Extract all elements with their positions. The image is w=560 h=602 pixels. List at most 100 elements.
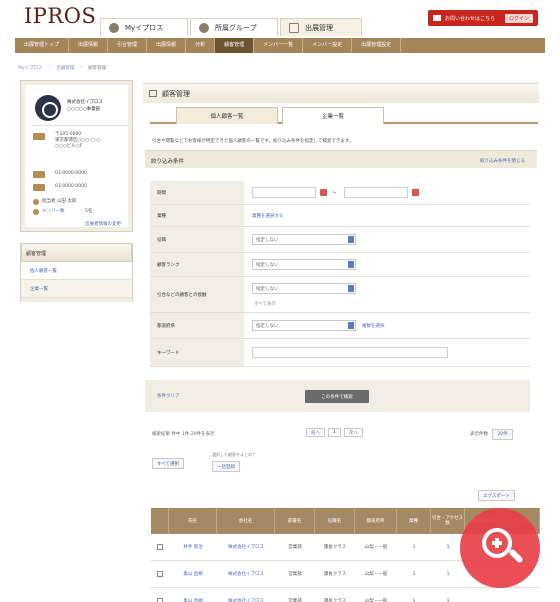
- filter-header: 絞り込み条件 絞り込み条件を閉じる: [145, 150, 537, 168]
- filter-row-prefecture: 都道府県 指定しない 複数を選択: [150, 313, 530, 339]
- group-icon: [199, 22, 209, 33]
- action-select[interactable]: 指定しない: [252, 283, 356, 294]
- page-title: 顧客管理: [143, 83, 539, 103]
- result-info: 検索結果 件中 1件-20件を表示: [152, 432, 215, 437]
- filter-row-keyword: キーワード: [150, 339, 530, 367]
- pagination: 前へ 1 次へ: [306, 428, 363, 437]
- company-link[interactable]: 株式会社イプロス: [217, 534, 275, 560]
- rank-select[interactable]: 指定しない: [252, 259, 356, 270]
- customer-name-link[interactable]: 奥山 直樹: [169, 588, 217, 602]
- prefecture-select[interactable]: 指定しない: [252, 320, 356, 331]
- prefecture-multi-link[interactable]: 複数を選択: [362, 323, 385, 329]
- filter-row-rank: 顧客ランク 指定しない: [150, 253, 530, 277]
- edit-company-link[interactable]: 出展者情報の変更: [85, 221, 121, 227]
- calendar-icon[interactable]: [412, 189, 419, 196]
- user-icon: [109, 22, 119, 33]
- per-page: 表示件数 20件: [470, 429, 513, 440]
- login-badge[interactable]: ログイン: [504, 13, 533, 23]
- company-address: 〒105-0000 東京都港区○○○-○-○ ○○○ビル○F: [55, 132, 101, 149]
- clear-filter-link[interactable]: 条件クリア: [157, 393, 180, 399]
- filter-toggle-link[interactable]: 絞り込み条件を閉じる: [480, 158, 525, 164]
- contact-button[interactable]: お問い合わせはこちら ログイン: [428, 10, 538, 26]
- filter-row-action: 引合などの顧客との接触 指定しない すべて表示: [150, 277, 530, 313]
- page-icon: [149, 90, 157, 97]
- main-nav: 出展管理トップ 出展情報 引合管理 出展情報 分析 顧客管理 メンバー一覧 メン…: [15, 38, 545, 53]
- export-button[interactable]: エクスポート: [478, 490, 515, 501]
- members-link[interactable]: メンバー数: [42, 209, 65, 215]
- nav-item[interactable]: 分析: [186, 38, 216, 53]
- customer-tabs: 個人顧客一覧 企業一覧: [150, 107, 538, 124]
- next-page-button[interactable]: 次へ: [343, 428, 363, 437]
- zoom-in-button[interactable]: [460, 508, 540, 588]
- company-link[interactable]: 株式会社イプロス: [217, 588, 275, 602]
- breadcrumb: Myイプロス › 出展管理 › 顧客管理: [18, 65, 107, 71]
- role-select[interactable]: 指定しない: [252, 234, 356, 245]
- period-start-input[interactable]: [252, 187, 316, 198]
- breadcrumb-current: 顧客管理: [88, 66, 107, 71]
- filter-row-role: 役職 指定しない: [150, 227, 530, 253]
- filter-actions: 条件クリア この条件で検索: [145, 380, 530, 412]
- tab-my-ipros[interactable]: Myイプロス: [100, 18, 188, 36]
- keyword-input[interactable]: [252, 347, 448, 358]
- col-role[interactable]: 役職名: [315, 508, 355, 534]
- tab-individual[interactable]: 個人顧客一覧: [176, 107, 278, 124]
- col-prefecture[interactable]: 都道府県: [355, 508, 397, 534]
- nav-item[interactable]: 出展情報: [147, 38, 187, 53]
- nav-item[interactable]: 出展管理トップ: [15, 38, 70, 53]
- prev-page-button[interactable]: 前へ: [306, 428, 325, 437]
- sidebar-item-company[interactable]: 企業一覧: [21, 280, 132, 298]
- per-page-select[interactable]: 20件: [492, 429, 513, 440]
- breadcrumb-link[interactable]: Myイプロス: [18, 65, 43, 71]
- calendar-icon[interactable]: [320, 189, 327, 196]
- row-checkbox[interactable]: [157, 598, 163, 602]
- company-tel: 03-0000-0000: [55, 171, 87, 176]
- industry-select-link[interactable]: 業種を選択する: [252, 213, 284, 219]
- bulk-hint: 選択した顧客をまとめて: [212, 452, 256, 457]
- sidebar-title: 顧客管理: [21, 243, 132, 262]
- col-access[interactable]: 引合・アクセス数: [431, 508, 465, 534]
- address-tag: [33, 133, 45, 140]
- table-row[interactable]: 奥山 直樹 株式会社イプロス 営業部 課長クラス 山梨・一般 1 1: [151, 588, 540, 602]
- company-fax: 03-0000-0000: [55, 184, 87, 189]
- col-department[interactable]: 部署名: [275, 508, 315, 534]
- row-checkbox[interactable]: [157, 544, 163, 550]
- search-button[interactable]: この条件で検索: [305, 390, 369, 403]
- col-company[interactable]: 会社名: [217, 508, 275, 534]
- breadcrumb-link[interactable]: 出展管理: [56, 65, 74, 71]
- company-card: 株式会社イプロス ○○○○○事業部 〒105-0000 東京都港区○○○-○-○…: [20, 80, 133, 232]
- page-description: 引合や閲覧などでお客様が特定できた個人顧客の一覧です。絞り込み条件を指定して検索…: [152, 139, 354, 144]
- nav-item[interactable]: メンバー設定: [303, 38, 353, 53]
- nav-item[interactable]: 引合管理: [108, 38, 148, 53]
- mail-icon: [433, 15, 441, 21]
- nav-item[interactable]: 出展管理設定: [352, 38, 402, 53]
- fax-tag: [33, 184, 45, 191]
- zoom-in-icon: [482, 528, 512, 558]
- nav-item[interactable]: 出展情報: [69, 38, 109, 53]
- filter-row-period: 期間 〜: [150, 181, 530, 205]
- nav-item-active[interactable]: 顧客管理: [215, 38, 255, 53]
- col-industry[interactable]: 業種: [397, 508, 431, 534]
- members-icon: [33, 209, 39, 215]
- tab-company[interactable]: 企業一覧: [282, 107, 384, 124]
- folder-icon: [289, 22, 299, 33]
- company-person: 担当者 山田 太郎: [42, 199, 77, 204]
- nav-item[interactable]: メンバー一覧: [254, 38, 304, 53]
- page-number[interactable]: 1: [328, 428, 341, 437]
- tab-exhibit-management[interactable]: 出展管理: [280, 18, 362, 36]
- ipros-logo[interactable]: IPROS: [24, 4, 96, 28]
- company-logo: [35, 95, 61, 121]
- sidebar-item-individual[interactable]: 個人顧客一覧: [21, 262, 132, 280]
- customer-name-link[interactable]: 井手 新治: [169, 534, 217, 560]
- sidebar-menu: 顧客管理 個人顧客一覧 企業一覧: [20, 243, 133, 302]
- tab-group[interactable]: 所属グループ: [190, 18, 278, 36]
- row-checkbox[interactable]: [157, 571, 163, 577]
- company-name: 株式会社イプロス ○○○○○事業部: [67, 100, 103, 112]
- tel-tag: [33, 171, 45, 178]
- period-end-input[interactable]: [344, 187, 408, 198]
- customer-name-link[interactable]: 奥山 直樹: [169, 561, 217, 587]
- select-all-button[interactable]: すべて選択: [152, 458, 185, 469]
- bulk-register-button[interactable]: 一括登録: [212, 461, 240, 472]
- filter-row-industry: 業種 業種を選択する: [150, 205, 530, 227]
- col-name[interactable]: 氏名: [169, 508, 217, 534]
- company-link[interactable]: 株式会社イプロス: [217, 561, 275, 587]
